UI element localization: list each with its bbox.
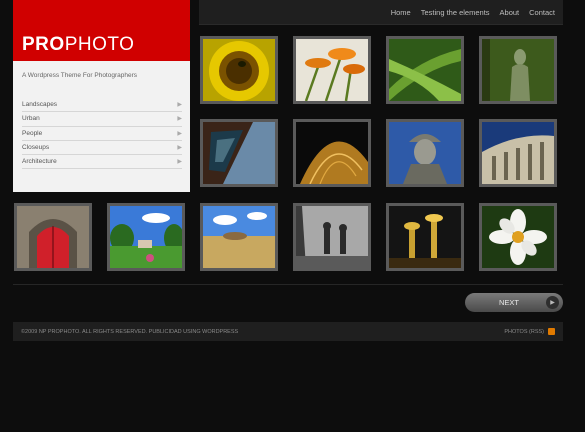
- category-architecture[interactable]: Architecture ▶: [22, 155, 182, 170]
- gallery-thumb-white-flower[interactable]: [479, 203, 557, 271]
- site-tagline: A Wordpress Theme For Photographers: [22, 72, 138, 79]
- arrow-right-icon: ▶: [177, 159, 182, 166]
- gallery-thumb-window-building[interactable]: [200, 119, 278, 187]
- colonnade-image: [482, 122, 554, 184]
- gallery-thumb-colonnade[interactable]: [479, 119, 557, 187]
- rss-feed-label: PHOTOS (RSS): [504, 328, 544, 335]
- orange-flowers-image: [296, 39, 368, 101]
- category-label: Landscapes: [22, 101, 58, 109]
- arrow-right-icon: ▶: [177, 130, 182, 137]
- arrow-right-icon: ▶: [177, 102, 182, 109]
- rss-feed-link[interactable]: PHOTOS (RSS): [504, 328, 555, 335]
- gallery-thumb-night-towers[interactable]: [386, 203, 464, 271]
- next-page-button[interactable]: NEXT ▶: [465, 293, 563, 312]
- sidebar: A Wordpress Theme For Photographers Land…: [13, 61, 190, 192]
- white-flower-image: [482, 206, 554, 268]
- dome-interior-image: [296, 122, 368, 184]
- nav-about[interactable]: About: [500, 8, 520, 17]
- category-label: People: [22, 129, 43, 137]
- top-navigation: Home Testing the elements About Contact: [199, 0, 563, 25]
- green-plant-image: [389, 39, 461, 101]
- footer: ©2009 NP PROPHOTO. ALL RIGHTS RESERVED. …: [13, 322, 563, 341]
- soldier-statue-image: [389, 122, 461, 184]
- forest-statue-image: [482, 39, 554, 101]
- gallery-thumb-soldier-statue[interactable]: [386, 119, 464, 187]
- sunflower-bee-image: [203, 39, 275, 101]
- arrow-right-icon: ▶: [177, 145, 182, 152]
- gallery-thumb-forest-statue[interactable]: [479, 36, 557, 104]
- window-building-image: [203, 122, 275, 184]
- gallery-thumb-orange-flowers[interactable]: [293, 36, 371, 104]
- category-landscapes[interactable]: Landscapes ▶: [22, 98, 182, 113]
- gallery-thumb-red-church-door[interactable]: [14, 203, 92, 271]
- garden-landscape-image: [110, 206, 182, 268]
- arrow-right-icon: ▶: [546, 296, 559, 309]
- logo-text: PROPHOTO: [22, 34, 134, 56]
- arrow-right-icon: ▶: [177, 116, 182, 123]
- category-list: Landscapes ▶ Urban ▶ People ▶ Closeups ▶ Arc…: [22, 98, 182, 170]
- logo-text-light: PHOTO: [64, 34, 135, 55]
- content-divider: [13, 284, 563, 285]
- nav-contact[interactable]: Contact: [529, 8, 555, 17]
- category-urban[interactable]: Urban ▶: [22, 112, 182, 127]
- nav-testing-the-elements[interactable]: Testing the elements: [421, 8, 490, 17]
- gallery-thumb-garden-landscape[interactable]: [107, 203, 185, 271]
- gallery-thumb-green-plant[interactable]: [386, 36, 464, 104]
- category-label: Urban: [22, 115, 40, 123]
- next-button-label: NEXT: [499, 298, 520, 307]
- category-people[interactable]: People ▶: [22, 127, 182, 141]
- site-logo[interactable]: PROPHOTO: [13, 0, 190, 61]
- gallery-thumb-dome-interior[interactable]: [293, 119, 371, 187]
- gallery-thumb-sunflower-bee[interactable]: [200, 36, 278, 104]
- round-fort-field-image: [203, 206, 275, 268]
- night-towers-image: [389, 206, 461, 268]
- nav-home[interactable]: Home: [391, 8, 411, 17]
- park-sculptures-image: [296, 206, 368, 268]
- red-church-door-image: [17, 206, 89, 268]
- gallery-thumb-park-sculptures[interactable]: [293, 203, 371, 271]
- category-closeups[interactable]: Closeups ▶: [22, 141, 182, 156]
- category-label: Closeups: [22, 144, 50, 152]
- gallery-thumb-round-fort-field[interactable]: [200, 203, 278, 271]
- copyright-text: ©2009 NP PROPHOTO. ALL RIGHTS RESERVED. …: [21, 328, 239, 335]
- category-label: Architecture: [22, 158, 57, 166]
- rss-icon: [548, 328, 555, 335]
- logo-text-bold: PRO: [22, 34, 65, 55]
